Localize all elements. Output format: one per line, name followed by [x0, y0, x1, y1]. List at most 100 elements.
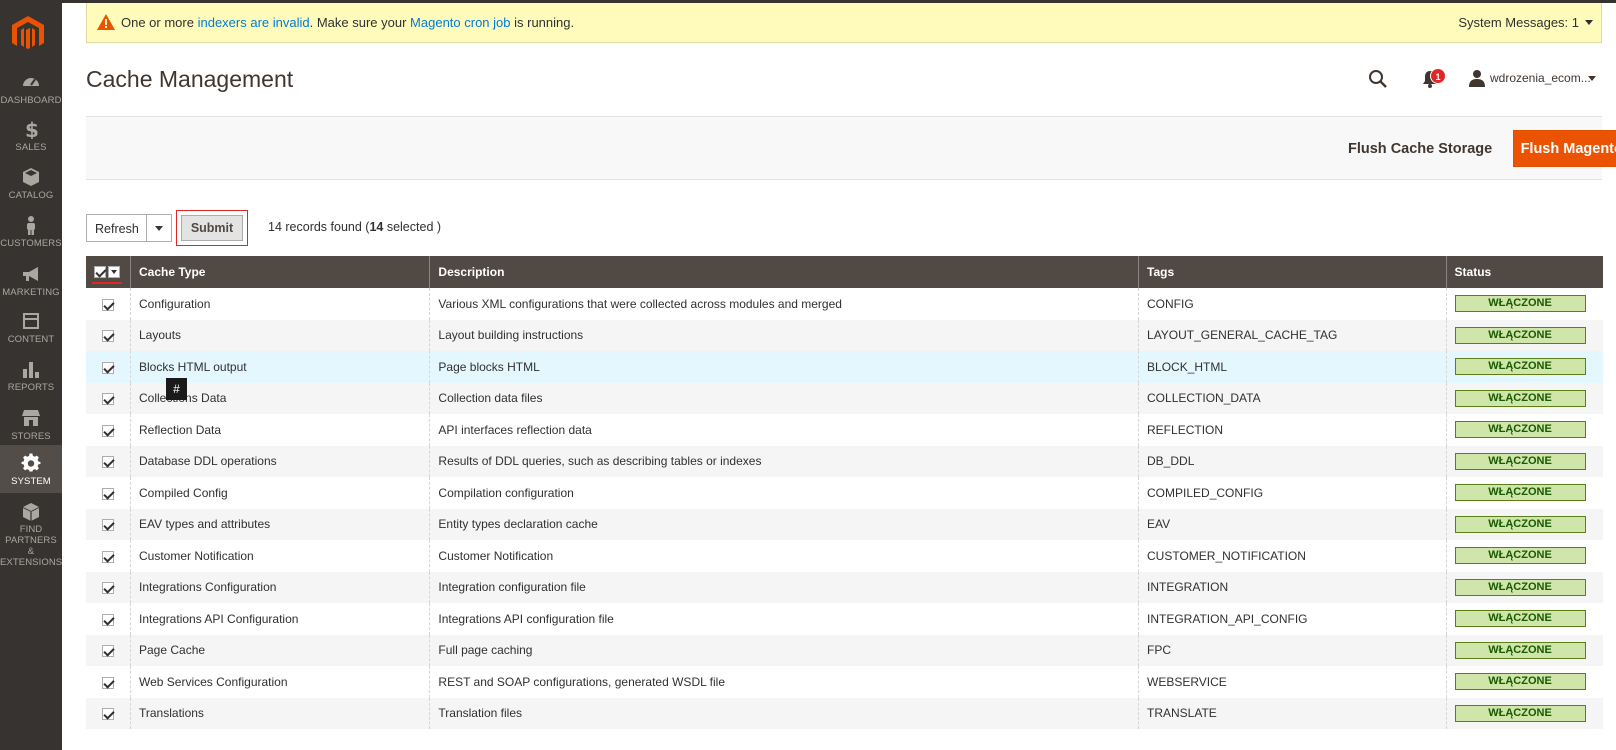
row-checkbox[interactable]	[102, 613, 114, 626]
row-checkbox[interactable]	[102, 456, 114, 469]
admin-user-menu[interactable]: wdrozenia_ecom...	[1490, 71, 1591, 85]
row-checkbox[interactable]	[102, 550, 114, 563]
status-cell: WŁĄCZONE	[1445, 634, 1603, 666]
row-select-cell[interactable]	[86, 477, 131, 509]
status-badge: WŁĄCZONE	[1454, 515, 1586, 533]
magento-cron-link[interactable]: Magento cron job	[410, 15, 510, 30]
description-cell: Collection data files	[429, 382, 1139, 414]
status-badge: WŁĄCZONE	[1454, 704, 1586, 722]
select-all-control[interactable]	[92, 265, 122, 285]
row-select-cell[interactable]	[86, 508, 131, 540]
status-badge: WŁĄCZONE	[1454, 295, 1586, 313]
table-row[interactable]: EAV types and attributes Entity types dec…	[86, 508, 1603, 540]
row-select-cell[interactable]	[86, 319, 131, 351]
cache-type-cell: Compiled Config	[129, 477, 430, 509]
row-checkbox[interactable]	[102, 424, 114, 437]
table-row[interactable]: Integrations Configuration Integration co…	[86, 571, 1603, 603]
select-all-dropdown-icon[interactable]	[108, 266, 120, 279]
table-row[interactable]: Web Services Configuration REST and SOAP …	[86, 666, 1603, 698]
row-checkbox[interactable]	[102, 330, 114, 343]
column-header-status[interactable]: Status	[1445, 256, 1603, 288]
table-row[interactable]: Translations Translation files TRANSLATE WŁ…	[86, 697, 1603, 729]
column-header-description[interactable]: Description	[429, 256, 1139, 288]
sidebar-item-label: DASHBOARD	[0, 95, 62, 106]
row-select-cell[interactable]	[86, 382, 131, 414]
notifications-badge[interactable]: 1	[1430, 68, 1446, 84]
status-cell: WŁĄCZONE	[1445, 540, 1603, 572]
sidebar-item-dashboard[interactable]: DASHBOARD	[0, 72, 62, 120]
table-row[interactable]: Compiled Config Compilation configuration…	[86, 477, 1603, 509]
table-row[interactable]: Layouts Layout building instructions LAYOU…	[86, 319, 1603, 351]
status-cell: WŁĄCZONE	[1445, 571, 1603, 603]
magento-logo-icon[interactable]	[12, 16, 44, 52]
submit-button[interactable]: Submit	[181, 215, 243, 241]
row-checkbox[interactable]	[102, 361, 114, 374]
chevron-down-icon[interactable]	[1588, 76, 1596, 81]
table-row[interactable]: Integrations API Configuration Integratio…	[86, 603, 1603, 635]
indexers-invalid-link[interactable]: indexers are invalid	[198, 15, 310, 30]
row-checkbox[interactable]	[102, 487, 114, 500]
tags-cell: WEBSERVICE	[1138, 666, 1447, 698]
row-select-cell[interactable]	[86, 571, 131, 603]
row-select-cell[interactable]	[86, 666, 131, 698]
row-checkbox[interactable]	[102, 645, 114, 658]
records-found-text: 14 records found (14 selected )	[268, 220, 441, 234]
sidebar-item-customers[interactable]: CUSTOMERS	[0, 215, 62, 263]
select-all-checkbox[interactable]	[94, 266, 106, 279]
search-icon[interactable]	[1368, 69, 1388, 89]
sidebar-item-marketing[interactable]: MARKETING	[0, 264, 62, 312]
table-row[interactable]: Blocks HTML output Page blocks HTML BLOCK_…	[86, 351, 1603, 383]
system-messages-toggle[interactable]: System Messages: 1	[1458, 15, 1579, 30]
sidebar-item-reports[interactable]: REPORTS	[0, 359, 62, 407]
chevron-down-icon[interactable]	[1585, 20, 1593, 25]
row-select-cell[interactable]	[86, 445, 131, 477]
mass-action-select[interactable]: Refresh	[86, 214, 172, 242]
cache-type-cell: Page Cache	[129, 634, 430, 666]
table-row[interactable]: Collections DataCollection data filesCOL…	[86, 382, 1603, 414]
row-select-cell[interactable]	[86, 540, 131, 572]
user-icon[interactable]	[1468, 69, 1486, 87]
sidebar-item-find-partners[interactable]: FIND PARTNERS & EXTENSIONS	[0, 502, 62, 568]
row-checkbox[interactable]	[102, 298, 114, 311]
sidebar-item-system[interactable]: SYSTEM	[0, 445, 62, 493]
status-badge: WŁĄCZONE	[1454, 641, 1586, 659]
row-select-cell[interactable]	[86, 414, 131, 446]
cache-grid: Cache Type Description Tags Status Confi…	[86, 256, 1603, 729]
row-checkbox[interactable]	[102, 676, 114, 689]
column-header-cache-type[interactable]: Cache Type	[129, 256, 430, 288]
tags-cell: LAYOUT_GENERAL_CACHE_TAG	[1138, 319, 1447, 351]
cube-icon	[23, 503, 39, 521]
row-checkbox[interactable]	[102, 708, 114, 721]
tags-cell: INTEGRATION	[1138, 571, 1447, 603]
table-row[interactable]: Database DDL operations Results of DDL qu…	[86, 445, 1603, 477]
row-checkbox[interactable]	[102, 519, 114, 532]
table-row[interactable]: Customer Notification Customer Notificati…	[86, 540, 1603, 572]
row-checkbox[interactable]	[102, 393, 114, 406]
sidebar-item-catalog[interactable]: CATALOG	[0, 167, 62, 215]
column-header-tags[interactable]: Tags	[1138, 256, 1447, 288]
description-cell: REST and SOAP configurations, generated …	[429, 666, 1139, 698]
table-row[interactable]: Configuration Various XML configurations …	[86, 288, 1603, 320]
page-actions-bar: Flush Cache Storage Flush Magento Cache	[86, 116, 1616, 180]
sidebar-item-label: SALES	[15, 142, 47, 153]
flush-cache-storage-button[interactable]: Flush Cache Storage	[1348, 134, 1492, 164]
row-select-cell[interactable]	[86, 634, 131, 666]
flush-magento-cache-button[interactable]: Flush Magento Cache	[1513, 130, 1616, 167]
cache-type-cell: Layouts	[129, 319, 430, 351]
row-select-cell[interactable]	[86, 603, 131, 635]
sidebar-item-content[interactable]: CONTENT	[0, 311, 62, 359]
row-select-cell[interactable]	[86, 351, 131, 383]
grid-header-massaction[interactable]	[86, 256, 131, 288]
description-cell: Customer Notification	[429, 540, 1139, 572]
chevron-down-icon[interactable]	[155, 226, 163, 231]
grid-header-row: Cache Type Description Tags Status	[86, 256, 1603, 288]
table-row[interactable]: Reflection Data API interfaces reflection…	[86, 414, 1603, 446]
table-row[interactable]: Page Cache Full page caching FPC WŁĄCZONE	[86, 634, 1603, 666]
row-select-cell[interactable]	[86, 288, 131, 320]
row-checkbox[interactable]	[102, 582, 114, 595]
row-select-cell[interactable]	[86, 697, 131, 729]
status-cell: WŁĄCZONE	[1445, 603, 1603, 635]
status-badge: WŁĄCZONE	[1454, 547, 1586, 565]
svg-text:$: $	[25, 119, 39, 139]
sidebar-item-sales[interactable]: $ SALES	[0, 119, 62, 167]
